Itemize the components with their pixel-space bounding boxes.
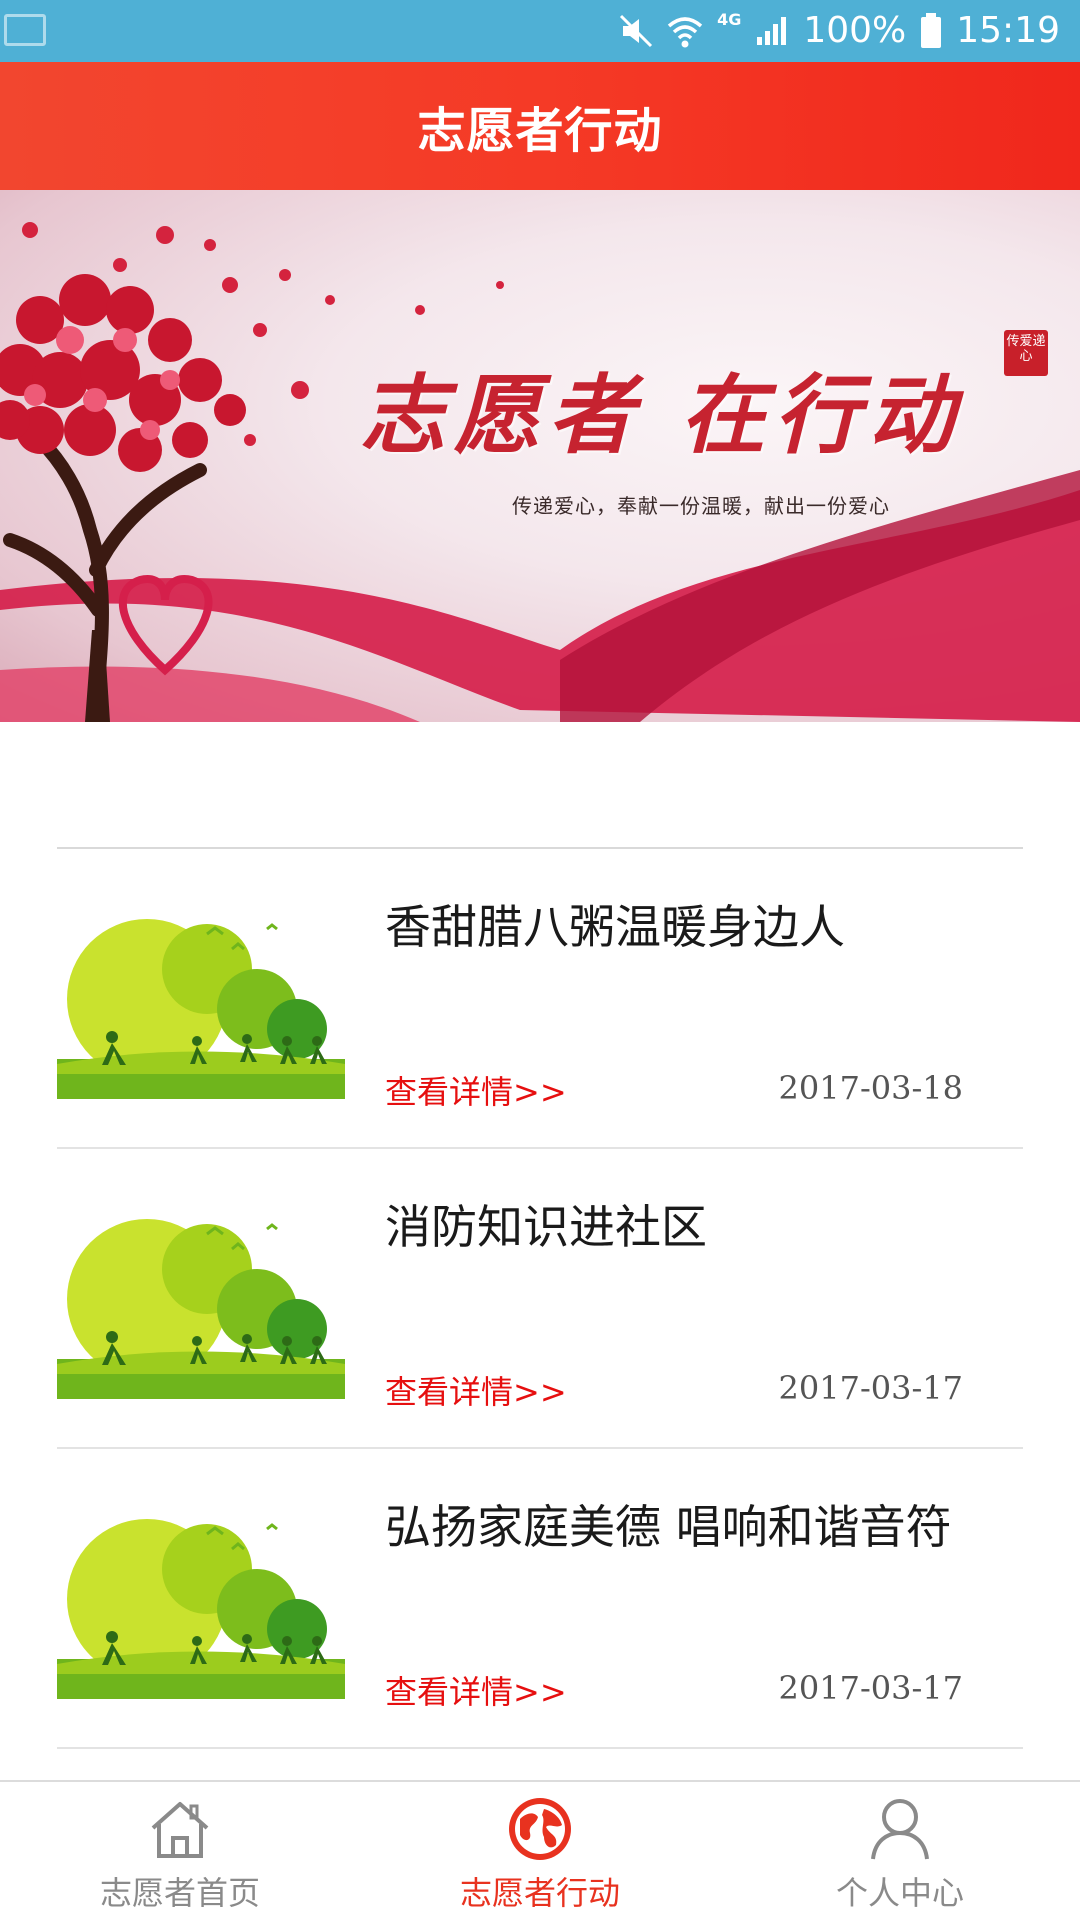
- news-thumbnail: [57, 1499, 345, 1699]
- nav-item-home[interactable]: 志愿者首页: [0, 1782, 360, 1920]
- news-list: 香甜腊八粥温暖身边人 查看详情>> 2017-03-18 消防知识进社区 查看详…: [57, 847, 1023, 1749]
- network-type: 4G: [717, 10, 742, 29]
- news-thumbnail: [57, 1199, 345, 1399]
- list-item[interactable]: 弘扬家庭美德 唱响和谐音符 查看详情>> 2017-03-17: [57, 1449, 1023, 1749]
- banner-subtitle: 传递爱心，奉献一份温暖，献出一份爱心: [512, 494, 890, 518]
- banner[interactable]: 志愿者 在行动 传递爱心，奉献一份温暖，献出一份爱心 传爱递心: [0, 190, 1080, 722]
- banner-seal: 传爱递心: [1004, 330, 1048, 376]
- news-date: 2017-03-17: [778, 1669, 964, 1707]
- status-bar: 4G 100% 15:19: [0, 0, 1080, 62]
- battery-icon: [920, 13, 942, 49]
- mute-icon: [619, 14, 653, 48]
- screenshot-icon: [4, 14, 46, 46]
- nav-label: 志愿者行动: [459, 1874, 620, 1912]
- list-item[interactable]: 消防知识进社区 查看详情>> 2017-03-17: [57, 1149, 1023, 1449]
- nav-label: 个人中心: [835, 1874, 964, 1912]
- list-item[interactable]: 香甜腊八粥温暖身边人 查看详情>> 2017-03-18: [57, 849, 1023, 1149]
- news-thumbnail: [57, 899, 345, 1099]
- person-icon: [864, 1796, 936, 1862]
- news-title: 消防知识进社区: [385, 1200, 707, 1254]
- app-header: 志愿者行动: [0, 62, 1080, 190]
- news-date: 2017-03-18: [778, 1069, 964, 1107]
- banner-title: 志愿者 在行动: [360, 365, 962, 466]
- page-title: 志愿者行动: [417, 103, 663, 159]
- home-icon: [144, 1796, 216, 1862]
- battery-percent: 100%: [803, 10, 907, 51]
- nav-label: 志愿者首页: [99, 1874, 260, 1912]
- bottom-nav: 志愿者首页 志愿者行动 个人中心: [0, 1780, 1080, 1920]
- view-details-link[interactable]: 查看详情>>: [385, 1367, 567, 1413]
- view-details-link[interactable]: 查看详情>>: [385, 1667, 567, 1713]
- news-title: 弘扬家庭美德 唱响和谐音符: [385, 1500, 952, 1554]
- clock: 15:19: [956, 10, 1060, 51]
- view-details-link[interactable]: 查看详情>>: [385, 1067, 567, 1113]
- nav-item-profile[interactable]: 个人中心: [720, 1782, 1080, 1920]
- signal-icon: [755, 15, 789, 47]
- news-title: 香甜腊八粥温暖身边人: [385, 900, 845, 954]
- news-date: 2017-03-17: [778, 1369, 964, 1407]
- nav-item-actions[interactable]: 志愿者行动: [360, 1782, 720, 1920]
- wifi-icon: [667, 14, 703, 48]
- status-icons: 4G 100% 15:19: [619, 0, 1060, 62]
- globe-icon: [504, 1796, 576, 1862]
